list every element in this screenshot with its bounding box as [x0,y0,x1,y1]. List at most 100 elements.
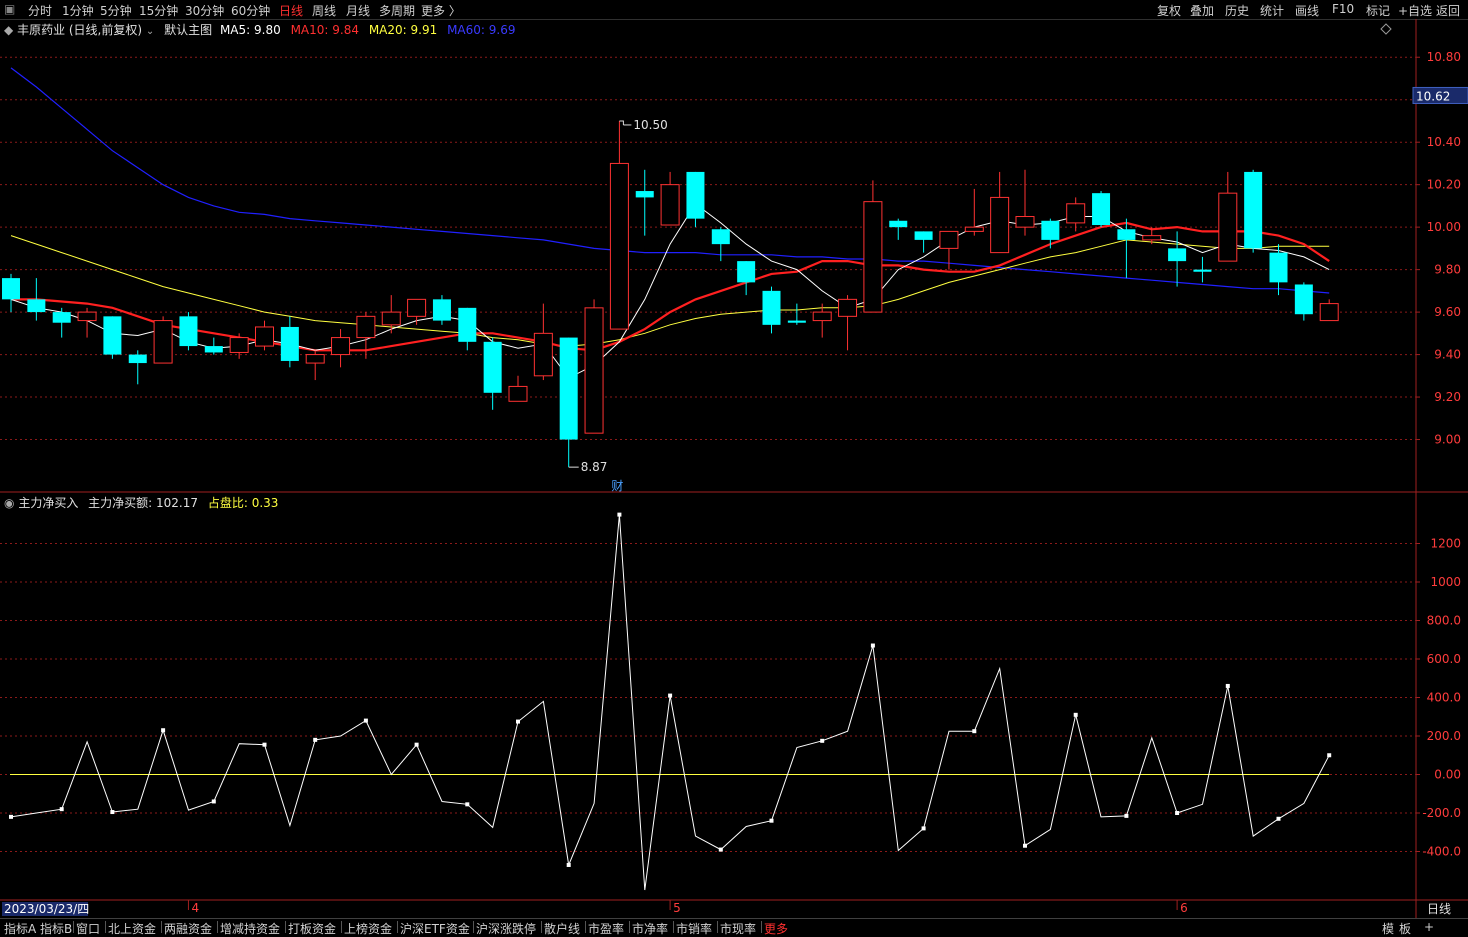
tab-separator [397,921,398,933]
bottom-tab-9[interactable]: 沪深涨跌停 [476,920,536,937]
net-buy-line [10,514,1330,891]
net-buy-point [363,718,368,723]
y-tick-label: 10.40 [1427,135,1461,149]
bottom-right-button-0[interactable]: 模 [1382,920,1394,937]
candle-body [128,354,147,364]
sub-y-tick-label: 800.0 [1427,614,1461,628]
bottom-tab-1[interactable]: 指标B [40,920,72,937]
net-buy-point [820,738,825,743]
net-buy-point [1327,753,1332,758]
candle-body [1142,235,1162,241]
bottom-tab-3[interactable]: 北上资金 [108,920,156,937]
tab-separator [341,921,342,933]
bottom-tab-13[interactable]: 市销率 [676,920,712,937]
bottom-tab-10[interactable]: 散户线 [544,920,580,937]
candle-body [990,196,1010,254]
chevron-down-icon[interactable]: ⌄ [146,26,154,37]
net-buy-point [1276,816,1281,821]
candle-body [52,312,71,323]
net-buy-point [1175,811,1180,815]
net-buy-point [617,512,622,517]
bottom-tab-12[interactable]: 市净率 [632,920,668,937]
bottom-tab-14[interactable]: 市现率 [720,920,756,937]
candle-body [686,171,705,219]
y-tick-label: 9.20 [1434,390,1461,404]
indicator-name[interactable]: 主力净买入 [18,496,78,510]
candle-body [1168,248,1187,262]
candle-body [2,278,20,300]
candle-body [559,337,578,440]
candle-body [1193,269,1212,272]
net-buy-point [668,693,673,698]
candle-body [609,162,629,330]
sub-header: ◉ 主力净买入 主力净买额: 102.17 占盘比: 0.33 [4,494,278,511]
candle-body [1294,284,1313,315]
candle-body [838,298,858,317]
sub-y-tick-label: 400.0 [1427,691,1461,705]
net-buy-point [769,818,774,823]
bottom-tab-6[interactable]: 打板资金 [288,920,336,937]
settings-icon[interactable]: ◉ [4,496,14,510]
bottom-right-button-2[interactable]: + [1424,920,1434,934]
candle-body [103,316,122,355]
candle-body [1269,252,1288,283]
low-label: 8.87 [581,460,608,474]
candle-body [255,326,274,347]
candle-body [1015,216,1035,228]
net-buy-point [972,729,977,734]
candle-body [483,341,502,393]
y-tick-label: 9.80 [1434,263,1461,277]
bottom-tab-4[interactable]: 两融资金 [164,920,212,937]
y-tick-label: 9.40 [1434,348,1461,362]
net-buy-point [465,802,470,807]
tab-separator [285,921,286,933]
candle-body [280,326,299,361]
date-label: 2023/03/23/四 [4,902,89,916]
net-buy-point [1124,813,1129,818]
net-buy-point [1073,712,1078,717]
tab-separator [217,921,218,933]
bottom-tab-0[interactable]: 指标A [4,920,36,937]
candle-body [1319,303,1339,322]
candle-body [584,307,604,434]
diamond-icon[interactable] [1380,23,1392,35]
month-label: 6 [1180,901,1188,915]
sub-y-tick-label: 0.00 [1434,768,1461,782]
candle-body [1041,220,1060,240]
net-buy-point [211,799,216,804]
ratio-value: 占盘比: 0.33 [207,496,279,510]
net-buy-point [516,719,520,724]
net-buy-point [110,810,115,815]
candle-body [381,311,401,326]
net-buy-point [566,862,571,867]
template-name[interactable]: 默认主图 [164,23,212,37]
earnings-marker: 财 [611,479,623,493]
bottom-tab-11[interactable]: 市盈率 [588,920,624,937]
tab-separator [585,921,586,933]
candle-body [27,299,46,313]
month-label: 4 [191,901,199,915]
tab-separator [105,921,106,933]
candle-body [1066,203,1086,224]
candle-body [508,385,528,402]
bottom-right-button-1[interactable]: 板 [1399,920,1411,937]
stock-title: 丰原药业 (日线,前复权) [17,23,143,37]
high-label: 10.50 [633,118,667,132]
net-buy-point [313,737,318,742]
collapse-icon[interactable]: ◆ [4,23,13,37]
bottom-tab-8[interactable]: 沪深ETF资金 [400,920,470,937]
sub-y-tick-label: 1000 [1430,575,1461,589]
candle-body [660,184,680,226]
bottom-tab-2[interactable]: 窗口 [76,920,100,937]
bottom-tab-bar: 指标A 指标B 窗口 北上资金 两融资金 增减持资金 打板资金 上榜资金 沪深ETF资金 沪深涨跌… [0,918,1468,937]
candle-body [229,337,249,353]
candle-body [204,346,223,353]
net-buy-point [1225,683,1230,688]
candle-body [305,354,325,364]
candle-body [762,290,781,325]
tab-separator [673,921,674,933]
bottom-tab-15[interactable]: 更多 [764,920,788,937]
bottom-tab-7[interactable]: 上榜资金 [344,920,392,937]
bottom-tab-5[interactable]: 增减持资金 [220,920,280,937]
sub-y-tick-label: -200.0 [1422,806,1461,820]
